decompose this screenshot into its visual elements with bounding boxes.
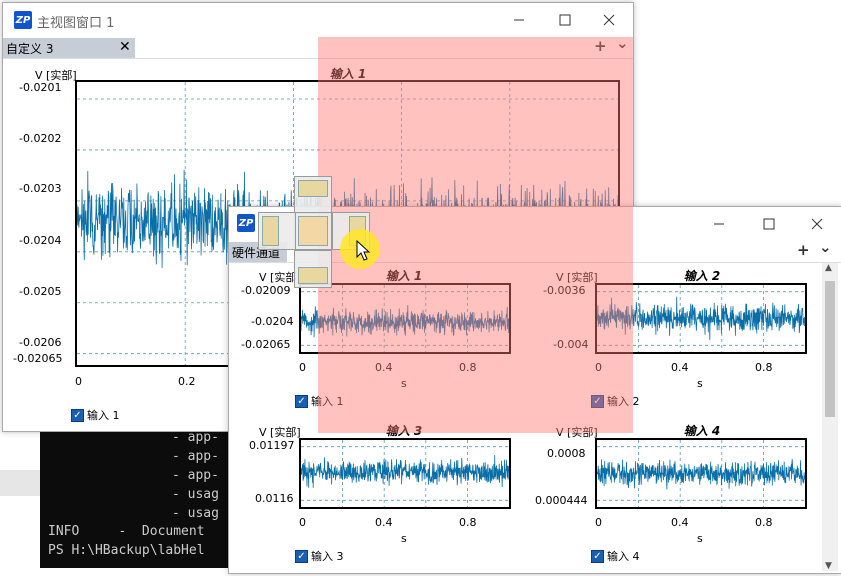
maximize-button[interactable] [747, 207, 791, 241]
x-tick-label: 0.8 [755, 516, 773, 529]
dock-top-target[interactable] [294, 176, 332, 214]
y-tick-label: -0.0204 [19, 234, 62, 247]
y-tick-label: 0.0116 [255, 492, 294, 505]
terminal-line: - app- [172, 430, 219, 445]
y-tick-label: -0.0201 [19, 81, 62, 94]
terminal-line: - app- [172, 468, 219, 483]
close-icon [603, 14, 615, 26]
legend-checkbox[interactable]: ✓ [295, 394, 308, 408]
tab-close-icon[interactable]: ✕ [119, 39, 131, 55]
x-tick-label: 0.4 [671, 361, 689, 374]
terminal-window[interactable]: - app- - app- - app- - usag - usag INFO … [40, 430, 240, 568]
subplot-input4[interactable] [595, 438, 807, 509]
y-tick-label: -0.0206 [19, 336, 62, 349]
legend-checkbox[interactable]: ✓ [295, 549, 308, 563]
legend-label: 输入 3 [311, 550, 344, 563]
y-tick-label: -0.0203 [19, 182, 62, 195]
scroll-down-icon[interactable]: ▼ [825, 561, 832, 571]
minimize-button[interactable] [697, 207, 741, 241]
tab-label: 自定义 3 [6, 41, 54, 56]
vertical-scrollbar[interactable]: ▲ ▼ [822, 263, 838, 571]
y-tick-label: -0.02065 [241, 338, 291, 351]
main-titlebar[interactable]: ZP 主视图窗口 1 [3, 3, 633, 37]
subplot-input3[interactable] [299, 438, 511, 509]
terminal-line: - app- [172, 449, 219, 464]
x-tick-label: 0 [75, 375, 82, 388]
tab-custom-3[interactable]: 自定义 3 ✕ [3, 38, 135, 58]
x-axis-label: s [697, 377, 703, 390]
x-axis-label: s [697, 532, 703, 545]
signal-trace [597, 459, 805, 490]
y-tick-label: 0.01197 [249, 439, 295, 452]
background-panel [0, 470, 40, 496]
y-tick-label: -0.0205 [19, 285, 62, 298]
x-tick-label: 0.2 [178, 375, 196, 388]
legend-label: 输入 4 [607, 550, 640, 563]
x-tick-label: 0.8 [459, 516, 477, 529]
subplot-svg [301, 440, 509, 507]
legend-item-input3[interactable]: ✓ 输入 3 [295, 548, 344, 564]
terminal-line: - usag [172, 487, 219, 502]
scroll-up-icon[interactable]: ▲ [825, 263, 832, 273]
maximize-button[interactable] [543, 3, 587, 37]
close-button[interactable] [587, 3, 631, 37]
maximize-icon [559, 14, 571, 26]
maximize-icon [763, 218, 775, 230]
subplot-svg [597, 440, 805, 507]
x-tick-label: 0.4 [375, 516, 393, 529]
close-icon [811, 218, 823, 230]
legend-item-input1[interactable]: ✓ 输入 1 [71, 407, 120, 423]
minimize-button[interactable] [497, 3, 541, 37]
legend-item-input4[interactable]: ✓ 输入 4 [591, 548, 640, 564]
signal-trace [301, 454, 509, 488]
x-axis-label: s [401, 532, 407, 545]
chart-title: 输入 2 [683, 269, 721, 283]
x-tick-label: 0.4 [671, 516, 689, 529]
app-logo-icon: ZP [14, 11, 32, 29]
terminal-line: PS H:\HBackup\labHel [48, 543, 205, 558]
dock-guide[interactable] [294, 176, 334, 288]
legend-checkbox[interactable]: ✓ [591, 549, 604, 563]
tab-menu-button[interactable]: ⌄ [819, 238, 832, 256]
add-tab-button[interactable]: + [797, 241, 810, 259]
x-tick-label: 0 [595, 516, 602, 529]
window-title: 主视图窗口 1 [37, 16, 115, 31]
mouse-pointer-icon [356, 240, 370, 261]
app-logo-icon: ZP [237, 214, 255, 232]
minimize-icon [714, 223, 724, 225]
y-axis-label: V [实部] [259, 426, 301, 439]
dock-bottom-target[interactable] [294, 250, 332, 288]
y-tick-label: 0.000444 [535, 494, 588, 507]
x-tick-label: 0 [299, 516, 306, 529]
close-button[interactable] [795, 207, 839, 241]
terminal-line: - usag [172, 506, 219, 521]
y-tick-label: 0.0008 [547, 447, 586, 460]
legend-checkbox[interactable]: ✓ [71, 408, 84, 422]
dock-center-target[interactable] [294, 212, 332, 250]
scrollbar-thumb[interactable] [825, 281, 835, 417]
y-tick-label: -0.02065 [13, 352, 63, 365]
legend-label: 输入 1 [87, 409, 120, 422]
dock-left-target[interactable] [258, 212, 296, 250]
chart-title: 输入 4 [683, 424, 721, 438]
y-tick-label: -0.0202 [19, 132, 62, 145]
x-tick-label: 0 [299, 361, 306, 374]
x-tick-label: 0.8 [755, 361, 773, 374]
terminal-line: INFO - Document [48, 524, 205, 539]
y-tick-label: -0.0204 [251, 315, 294, 328]
minimize-icon [514, 19, 524, 21]
y-tick-label: -0.02009 [241, 284, 291, 297]
